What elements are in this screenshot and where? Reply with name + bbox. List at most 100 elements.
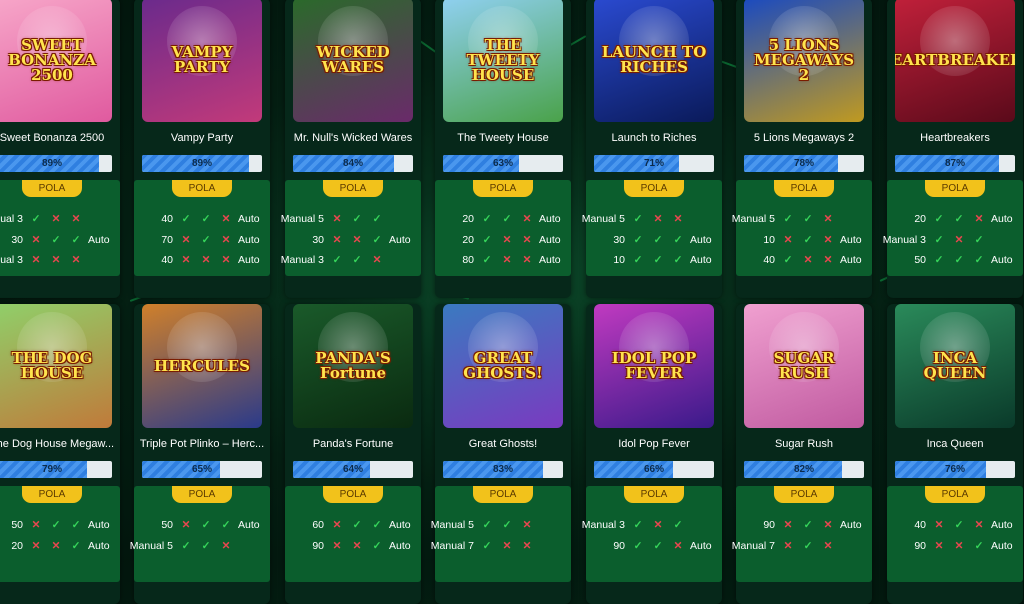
game-thumbnail[interactable]: THE TWEETY HOUSE bbox=[443, 0, 563, 122]
strategy-marks: ✕ ✕ ✓ bbox=[931, 540, 987, 552]
game-thumbnail[interactable]: SUGAR RUSH bbox=[744, 304, 864, 428]
strategy-row: 90 ✓ ✓ ✕ Auto bbox=[586, 540, 722, 556]
game-thumbnail[interactable]: WICKED WARES bbox=[293, 0, 413, 122]
game-card[interactable]: LAUNCH TO RICHES Launch to Riches 71% POLA M… bbox=[582, 0, 722, 298]
game-card[interactable]: THE DOG HOUSE The Dog House Megaw... 79% PO… bbox=[0, 304, 120, 604]
cross-icon: ✕ bbox=[653, 213, 663, 225]
game-logo-text: THE DOG HOUSE bbox=[11, 349, 93, 382]
strategy-marks: ✓ ✕ ✕ bbox=[479, 540, 535, 552]
game-title[interactable]: Sugar Rush bbox=[736, 438, 872, 450]
game-title[interactable]: Vampy Party bbox=[134, 132, 270, 144]
game-title[interactable]: Triple Pot Plinko – Herc... bbox=[134, 438, 270, 450]
game-thumbnail[interactable]: IDOL POP FEVER bbox=[594, 304, 714, 428]
cross-icon: ✕ bbox=[954, 233, 964, 246]
game-card[interactable]: VAMPY PARTY Vampy Party 89% POLA 40 ✓ ✓ ✕ Auto 70… bbox=[134, 0, 270, 298]
strategy-row: Manual 5 ✓ ✓ ✕ bbox=[732, 213, 872, 229]
game-logo-text: VAMPY PARTY bbox=[171, 43, 233, 76]
pola-badge: POLA bbox=[323, 180, 383, 197]
game-card[interactable]: INCA QUEEN Inca Queen 76% POLA 40 ✕ ✓ ✕ Auto 90 ✕ ✕… bbox=[887, 304, 1023, 604]
check-icon: ✓ bbox=[633, 254, 643, 266]
strategy-spin-count: Manual 5 bbox=[731, 213, 775, 225]
game-thumbnail[interactable]: HEARTBREAKERS bbox=[895, 0, 1015, 122]
game-card[interactable]: THE TWEETY HOUSE The Tweety House 63% POLA 2… bbox=[435, 0, 571, 298]
strategy-marks: ✕ ✓ ✕ bbox=[931, 519, 987, 531]
game-logo-text: LAUNCH TO RICHES bbox=[601, 43, 707, 76]
strategy-row: 80 ✓ ✕ ✕ Auto bbox=[435, 254, 571, 270]
game-card[interactable]: IDOL POP FEVER Idol Pop Fever 66% POLA Manua… bbox=[582, 304, 722, 604]
game-logo-text: SWEET BONANZA 2500 bbox=[8, 35, 96, 84]
cross-icon: ✕ bbox=[673, 213, 683, 225]
pola-badge: POLA bbox=[473, 180, 533, 197]
strategy-row: 40 ✓ ✓ ✕ Auto bbox=[134, 213, 270, 229]
game-thumbnail[interactable]: INCA QUEEN bbox=[895, 304, 1015, 428]
game-thumbnail[interactable]: PANDA'S Fortune bbox=[293, 304, 413, 428]
strategy-spin-count: Manual 7 bbox=[430, 539, 474, 552]
cross-icon: ✕ bbox=[181, 233, 191, 246]
strategy-marks: ✕ ✓ ✕ bbox=[780, 540, 836, 552]
game-thumbnail[interactable]: 5 LIONS MEGAWAYS 2 bbox=[744, 0, 864, 122]
strategy-marks: ✓ ✕ ✕ bbox=[479, 254, 535, 266]
cross-icon: ✕ bbox=[522, 233, 532, 246]
cross-icon: ✕ bbox=[181, 519, 191, 531]
game-logo-text: GREAT GHOSTS! bbox=[463, 349, 543, 382]
game-title[interactable]: Heartbreakers bbox=[887, 132, 1023, 144]
game-title[interactable]: The Tweety House bbox=[435, 132, 571, 144]
game-card[interactable]: HERCULES Triple Pot Plinko – Herc... 65% PO… bbox=[130, 304, 270, 604]
cross-icon: ✕ bbox=[31, 254, 41, 266]
game-thumbnail[interactable]: VAMPY PARTY bbox=[142, 0, 262, 122]
strategy-spin-count: 20 bbox=[11, 539, 23, 552]
strategy-panel: POLA Manual 5 ✓ ✓ ✕ Manual 7 ✓ ✕ ✕ bbox=[431, 486, 571, 582]
strategy-row: Manual 3 ✓ ✓ ✕ bbox=[281, 254, 421, 270]
strategy-spin-count: Manual 3 bbox=[882, 233, 926, 246]
game-title[interactable]: Idol Pop Fever bbox=[586, 438, 722, 450]
game-thumbnail[interactable]: SWEET BONANZA 2500 bbox=[0, 0, 112, 122]
game-title[interactable]: Inca Queen bbox=[887, 438, 1023, 450]
game-thumbnail[interactable]: HERCULES bbox=[142, 304, 262, 428]
game-title[interactable]: Mr. Null's Wicked Wares bbox=[285, 132, 421, 144]
game-title[interactable]: 5 Lions Megaways 2 bbox=[736, 132, 872, 144]
game-card[interactable]: 5 LIONS MEGAWAYS 2 5 Lions Megaways 2 78% P… bbox=[732, 0, 872, 298]
rtp-progress-bar: 65% bbox=[142, 461, 262, 478]
game-card[interactable]: GREAT GHOSTS! Great Ghosts! 83% POLA Manual … bbox=[431, 304, 571, 604]
cross-icon: ✕ bbox=[954, 539, 964, 552]
strategy-marks: ✓ ✓ ✕ bbox=[329, 254, 385, 266]
game-card[interactable]: SUGAR RUSH Sugar Rush 82% POLA 90 ✕ ✓ ✕ Auto Manu… bbox=[732, 304, 872, 604]
strategy-mode: Auto bbox=[88, 519, 110, 531]
check-icon: ✓ bbox=[201, 519, 211, 531]
rtp-percent-label: 63% bbox=[492, 158, 513, 169]
check-icon: ✓ bbox=[783, 213, 793, 225]
cross-icon: ✕ bbox=[51, 539, 61, 552]
game-card[interactable]: WICKED WARES Mr. Null's Wicked Wares 84% PO… bbox=[281, 0, 421, 298]
game-title[interactable]: Launch to Riches bbox=[586, 132, 722, 144]
cross-icon: ✕ bbox=[71, 213, 81, 225]
strategy-spin-count: 30 bbox=[11, 233, 23, 246]
check-icon: ✓ bbox=[633, 213, 643, 225]
game-card[interactable]: PANDA'S Fortune Panda's Fortune 64% POLA 60 ✕… bbox=[285, 304, 421, 604]
game-thumbnail[interactable]: GREAT GHOSTS! bbox=[443, 304, 563, 428]
check-icon: ✓ bbox=[803, 233, 813, 246]
strategy-row: 20 ✕ ✕ ✓ Auto bbox=[0, 540, 120, 556]
game-thumbnail[interactable]: LAUNCH TO RICHES bbox=[594, 0, 714, 122]
cross-icon: ✕ bbox=[31, 233, 41, 246]
game-logo-text: INCA QUEEN bbox=[923, 349, 987, 382]
strategy-marks: ✕ ✓ ✕ bbox=[178, 234, 234, 246]
strategy-row: 20 ✓ ✕ ✕ Auto bbox=[435, 234, 571, 250]
game-title[interactable]: Panda's Fortune bbox=[285, 438, 421, 450]
strategy-spin-count: 40 bbox=[914, 519, 926, 531]
strategy-marks: ✕ ✓ ✓ bbox=[178, 519, 234, 531]
game-title[interactable]: Great Ghosts! bbox=[435, 438, 571, 450]
cross-icon: ✕ bbox=[31, 519, 41, 531]
game-thumbnail[interactable]: THE DOG HOUSE bbox=[0, 304, 112, 428]
check-icon: ✓ bbox=[934, 233, 944, 246]
game-card[interactable]: SWEET BONANZA 2500 Sweet Bonanza 2500 89% P… bbox=[0, 0, 120, 298]
check-icon: ✓ bbox=[181, 539, 191, 552]
strategy-mode: Auto bbox=[389, 519, 411, 531]
check-icon: ✓ bbox=[502, 213, 512, 225]
game-card[interactable]: HEARTBREAKERS Heartbreakers 87% POLA 20 ✓ ✓ ✕ Au… bbox=[883, 0, 1023, 298]
rtp-percent-label: 66% bbox=[643, 464, 664, 475]
game-title[interactable]: The Dog House Megaw... bbox=[0, 438, 120, 450]
pola-badge: POLA bbox=[323, 486, 383, 503]
game-title[interactable]: Sweet Bonanza 2500 bbox=[0, 132, 120, 144]
strategy-mode: Auto bbox=[690, 254, 712, 266]
check-icon: ✓ bbox=[482, 233, 492, 246]
